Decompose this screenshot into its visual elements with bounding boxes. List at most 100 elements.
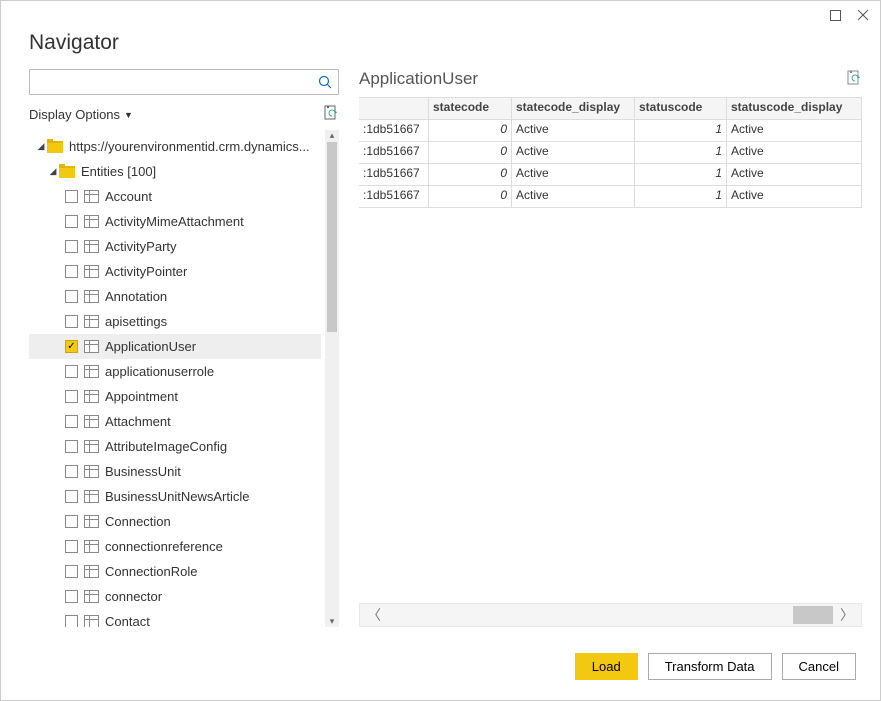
entity-label: ActivityParty bbox=[105, 239, 321, 254]
tree-entity-node[interactable]: Attachment bbox=[29, 409, 321, 434]
refresh-icon[interactable] bbox=[323, 105, 339, 124]
group-label: Entities [100] bbox=[81, 164, 321, 179]
tree-entity-node[interactable]: ✓ ApplicationUser bbox=[29, 334, 321, 359]
search-box[interactable] bbox=[29, 69, 339, 95]
cell: :1db51667 bbox=[359, 164, 429, 185]
cell: :1db51667 bbox=[359, 142, 429, 163]
transform-data-button[interactable]: Transform Data bbox=[648, 653, 772, 680]
checkbox[interactable] bbox=[65, 590, 78, 603]
tree-scrollbar[interactable]: ▴ ▾ bbox=[325, 130, 339, 627]
entity-label: ApplicationUser bbox=[105, 339, 321, 354]
entity-label: Attachment bbox=[105, 414, 321, 429]
search-icon[interactable] bbox=[312, 75, 338, 89]
cell: 0 bbox=[429, 164, 512, 185]
checkbox[interactable] bbox=[65, 215, 78, 228]
checkbox[interactable] bbox=[65, 540, 78, 553]
scroll-right-icon[interactable]: 〉 bbox=[833, 605, 861, 625]
scroll-left-icon[interactable]: 〈 bbox=[360, 605, 388, 625]
tree-entity-node[interactable]: BusinessUnitNewsArticle bbox=[29, 484, 321, 509]
tree-entity-node[interactable]: Annotation bbox=[29, 284, 321, 309]
tree-entity-node[interactable]: Account bbox=[29, 184, 321, 209]
col-header[interactable]: statecode_display bbox=[512, 98, 635, 119]
scroll-thumb[interactable] bbox=[327, 142, 337, 332]
cell: Active bbox=[512, 186, 635, 207]
cell: 1 bbox=[635, 186, 727, 207]
col-header[interactable]: statecode bbox=[429, 98, 512, 119]
entity-label: Connection bbox=[105, 514, 321, 529]
tree-entity-node[interactable]: AttributeImageConfig bbox=[29, 434, 321, 459]
tree-entity-node[interactable]: connector bbox=[29, 584, 321, 609]
checkbox[interactable] bbox=[65, 290, 78, 303]
table-icon bbox=[84, 490, 99, 503]
checkbox[interactable] bbox=[65, 415, 78, 428]
tree-root-node[interactable]: ◢ https://yourenvironmentid.crm.dynamics… bbox=[29, 134, 321, 159]
checkbox[interactable] bbox=[65, 615, 78, 627]
entity-label: AttributeImageConfig bbox=[105, 439, 321, 454]
cell: 1 bbox=[635, 142, 727, 163]
checkbox[interactable] bbox=[65, 240, 78, 253]
tree-entity-node[interactable]: Connection bbox=[29, 509, 321, 534]
checkbox[interactable] bbox=[65, 440, 78, 453]
tree-entity-node[interactable]: ActivityParty bbox=[29, 234, 321, 259]
tree-entity-node[interactable]: Appointment bbox=[29, 384, 321, 409]
checkbox[interactable] bbox=[65, 265, 78, 278]
col-header[interactable]: statuscode bbox=[635, 98, 727, 119]
display-options-dropdown[interactable]: Display Options ▼ bbox=[29, 107, 133, 122]
horizontal-scrollbar[interactable]: 〈 〉 bbox=[359, 603, 862, 627]
tree-entity-node[interactable]: apisettings bbox=[29, 309, 321, 334]
chevron-down-icon: ▼ bbox=[124, 110, 133, 120]
cell: 0 bbox=[429, 120, 512, 141]
col-header[interactable] bbox=[359, 98, 429, 119]
search-input[interactable] bbox=[30, 75, 312, 90]
col-header[interactable]: statuscode_display bbox=[727, 98, 862, 119]
checkbox[interactable] bbox=[65, 365, 78, 378]
checkbox[interactable] bbox=[65, 390, 78, 403]
table-icon bbox=[84, 390, 99, 403]
table-icon bbox=[84, 315, 99, 328]
collapse-icon[interactable]: ◢ bbox=[35, 141, 47, 152]
scroll-up-icon[interactable]: ▴ bbox=[325, 130, 339, 141]
entity-label: Account bbox=[105, 189, 321, 204]
entity-label: connector bbox=[105, 589, 321, 604]
tree-group-node[interactable]: ◢ Entities [100] bbox=[29, 159, 321, 184]
checkbox[interactable] bbox=[65, 565, 78, 578]
cancel-button[interactable]: Cancel bbox=[782, 653, 856, 680]
load-button[interactable]: Load bbox=[575, 653, 638, 680]
checkbox[interactable] bbox=[65, 190, 78, 203]
entity-label: ConnectionRole bbox=[105, 564, 321, 579]
scroll-thumb[interactable] bbox=[793, 606, 833, 624]
cell: Active bbox=[727, 120, 862, 141]
entity-tree[interactable]: ◢ https://yourenvironmentid.crm.dynamics… bbox=[29, 130, 321, 627]
preview-panel: ApplicationUser statecode statecode_disp… bbox=[359, 69, 862, 627]
page-title: Navigator bbox=[1, 23, 880, 69]
checkbox[interactable] bbox=[65, 315, 78, 328]
checkbox[interactable]: ✓ bbox=[65, 340, 78, 353]
tree-entity-node[interactable]: ConnectionRole bbox=[29, 559, 321, 584]
checkbox[interactable] bbox=[65, 515, 78, 528]
navigator-dialog: Navigator Display Options ▼ bbox=[0, 0, 881, 701]
scroll-track[interactable] bbox=[388, 604, 833, 626]
entity-label: Contact bbox=[105, 614, 321, 627]
table-icon bbox=[84, 215, 99, 228]
tree-entity-node[interactable]: ActivityPointer bbox=[29, 259, 321, 284]
tree-entity-node[interactable]: ActivityMimeAttachment bbox=[29, 209, 321, 234]
tree-entity-node[interactable]: BusinessUnit bbox=[29, 459, 321, 484]
close-icon[interactable] bbox=[856, 8, 870, 22]
tree-entity-node[interactable]: Contact bbox=[29, 609, 321, 627]
entity-label: ActivityPointer bbox=[105, 264, 321, 279]
preview-options-icon[interactable] bbox=[846, 70, 862, 89]
tree-entity-node[interactable]: applicationuserrole bbox=[29, 359, 321, 384]
table-icon bbox=[84, 615, 99, 627]
scroll-down-icon[interactable]: ▾ bbox=[325, 616, 339, 627]
maximize-icon[interactable] bbox=[828, 8, 842, 22]
cell: Active bbox=[727, 186, 862, 207]
folder-icon bbox=[47, 141, 63, 153]
tree-entity-node[interactable]: connectionreference bbox=[29, 534, 321, 559]
table-icon bbox=[84, 565, 99, 578]
checkbox[interactable] bbox=[65, 465, 78, 478]
cell: Active bbox=[727, 164, 862, 185]
table-icon bbox=[84, 365, 99, 378]
grid-row: :1db516670Active1Active bbox=[359, 164, 862, 186]
collapse-icon[interactable]: ◢ bbox=[47, 166, 59, 177]
checkbox[interactable] bbox=[65, 490, 78, 503]
